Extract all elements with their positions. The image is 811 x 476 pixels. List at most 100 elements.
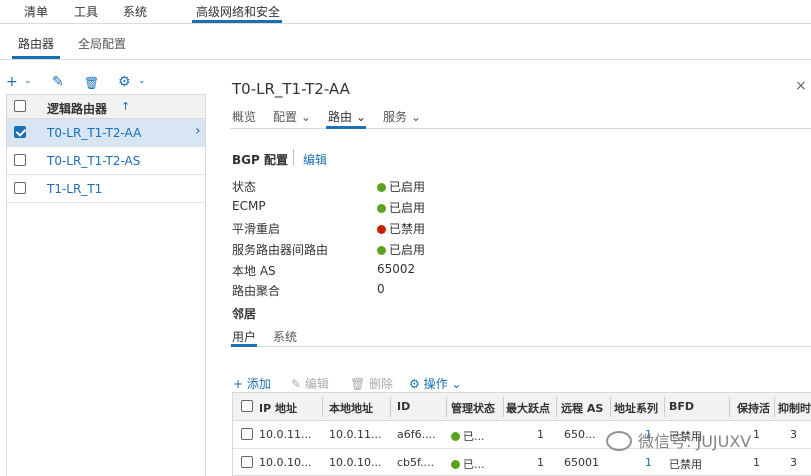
column-divider (322, 397, 323, 417)
prop-ecmp-label: ECMP (232, 199, 266, 213)
tab-routing[interactable]: 路由 ⌄ (328, 108, 366, 125)
column-divider (664, 397, 665, 417)
select-all-checkbox[interactable] (14, 100, 26, 112)
tab-system[interactable]: 系统 (273, 328, 297, 345)
tab-overview[interactable]: 概览 (232, 108, 256, 125)
tab-user[interactable]: 用户 (232, 328, 256, 345)
col-local-address[interactable]: 本地地址 (329, 400, 391, 416)
prop-graceful-restart-value: 已禁用 (377, 220, 425, 237)
list-item[interactable]: T0-LR_T1-T2-AA › (7, 119, 205, 147)
col-remote-as[interactable]: 远程 AS (561, 400, 609, 416)
table-row[interactable]: 10.0.10... 10.0.10... cb5f.... 已... 1 65… (233, 449, 811, 475)
cell-hold-down: 3 (790, 456, 797, 469)
bgp-edit-link[interactable]: 编辑 (303, 151, 327, 168)
cell-id: cb5f.... (397, 456, 435, 469)
cell-keep-alive: 1 (753, 456, 760, 469)
row-checkbox[interactable] (241, 428, 253, 440)
active-tab-indicator (326, 126, 366, 129)
top-nav: 清单 工具 系统 高级网络和安全 (0, 0, 811, 24)
prop-inter-sr-routing-label: 服务路由器间路由 (232, 243, 329, 257)
col-hold-down[interactable]: 抑制时 (778, 400, 811, 416)
prop-status-label: 状态 (232, 180, 257, 194)
prop-route-aggregation-label: 路由聚合 (232, 284, 281, 298)
col-bfd[interactable]: BFD (669, 400, 719, 413)
list-item[interactable]: T1-LR_T1 (7, 175, 205, 203)
chevron-right-icon[interactable]: › (195, 123, 201, 139)
add-dropdown-icon[interactable]: ⌄ (24, 76, 32, 86)
column-divider (610, 397, 611, 417)
cell-admin-status: 已... (451, 456, 485, 472)
table-header: IP 地址 本地地址 ID 管理状态 最大跃点 远程 AS 地址系列 BFD 保… (233, 393, 811, 421)
actions-button[interactable]: ⚙ 操作 ⌄ (409, 375, 461, 392)
cell-keep-alive: 1 (753, 428, 760, 441)
col-id[interactable]: ID (397, 400, 447, 413)
row-checkbox[interactable] (14, 126, 26, 138)
sub-nav: 路由器 全局配置 (0, 24, 811, 60)
tab-configuration[interactable]: 配置 ⌄ (273, 108, 311, 125)
tab-divider (230, 128, 811, 129)
cell-remote-as: 650... (564, 428, 596, 441)
list-item[interactable]: T0-LR_T1-T2-AS (7, 147, 205, 175)
active-nav-indicator (192, 20, 282, 23)
nav-inventory[interactable]: 清单 (24, 3, 48, 20)
delete-icon[interactable]: 🗑 (84, 76, 99, 90)
prop-inter-sr-routing-value: 已启用 (377, 241, 425, 258)
router-name[interactable]: T0-LR_T1-T2-AS (47, 154, 140, 168)
add-icon[interactable]: + (6, 74, 18, 90)
cell-max-hop: 1 (537, 428, 544, 441)
nav-tools[interactable]: 工具 (74, 3, 98, 20)
wechat-icon (606, 431, 632, 451)
column-header-logical-router[interactable]: 逻辑路由器 (47, 100, 107, 117)
nav-system[interactable]: 系统 (123, 3, 147, 20)
cell-admin-status: 已... (451, 428, 485, 444)
router-name[interactable]: T1-LR_T1 (47, 182, 102, 196)
tab-global-config[interactable]: 全局配置 (78, 35, 126, 52)
prop-route-aggregation-value: 0 (377, 282, 385, 296)
col-max-hop[interactable]: 最大跃点 (506, 400, 556, 416)
cell-id: a6f6.... (397, 428, 436, 441)
tab-services[interactable]: 服务 ⌄ (383, 108, 421, 125)
settings-icon[interactable]: ⚙ (118, 74, 131, 90)
tab-divider (230, 346, 811, 347)
status-disabled-icon (377, 225, 386, 234)
nav-advanced-networking[interactable]: 高级网络和安全 (196, 3, 280, 20)
watermark: 微信号: JUJUXV (606, 428, 751, 452)
tab-routers[interactable]: 路由器 (18, 35, 54, 52)
cell-ip-address: 10.0.10... (259, 456, 312, 469)
column-divider (390, 397, 391, 417)
col-address-family[interactable]: 地址系列 (614, 400, 664, 416)
prop-local-as-value: 65002 (377, 262, 416, 276)
status-enabled-icon (377, 246, 386, 255)
col-keep-alive[interactable]: 保持活 (737, 400, 775, 416)
settings-dropdown-icon[interactable]: ⌄ (138, 76, 146, 86)
col-ip-address[interactable]: IP 地址 (259, 400, 319, 416)
status-enabled-icon (451, 432, 460, 441)
add-neighbor-button[interactable]: + 添加 (233, 375, 271, 392)
row-checkbox[interactable] (14, 182, 26, 194)
cell-ip-address: 10.0.11... (259, 428, 312, 441)
router-name[interactable]: T0-LR_T1-T2-AA (47, 126, 141, 140)
logical-router-list: 逻辑路由器 ↑ T0-LR_T1-T2-AA › T0-LR_T1-T2-AS … (6, 94, 206, 476)
close-icon[interactable]: × (795, 78, 807, 94)
row-checkbox[interactable] (241, 456, 253, 468)
status-enabled-icon (377, 204, 386, 213)
col-admin-status[interactable]: 管理状态 (451, 400, 505, 416)
edit-neighbor-button[interactable]: ✎ 编辑 (291, 375, 329, 392)
cell-remote-as: 65001 (564, 456, 599, 469)
prop-local-as-label: 本地 AS (232, 264, 276, 278)
column-divider (774, 397, 775, 417)
row-checkbox[interactable] (14, 154, 26, 166)
delete-neighbor-button[interactable]: 🗑 删除 (350, 375, 393, 392)
cell-address-family[interactable]: 1 (645, 456, 652, 469)
cell-local-address: 10.0.10... (329, 456, 382, 469)
column-divider (446, 397, 447, 417)
prop-status-value: 已启用 (377, 178, 425, 195)
active-tab-indicator (231, 344, 257, 347)
sort-asc-icon[interactable]: ↑ (121, 100, 130, 113)
column-divider (729, 397, 730, 417)
status-enabled-icon (451, 460, 460, 469)
active-subnav-indicator (12, 56, 60, 59)
edit-icon[interactable]: ✎ (52, 74, 64, 90)
detail-title: T0-LR_T1-T2-AA (232, 80, 350, 98)
select-all-checkbox[interactable] (241, 400, 253, 412)
